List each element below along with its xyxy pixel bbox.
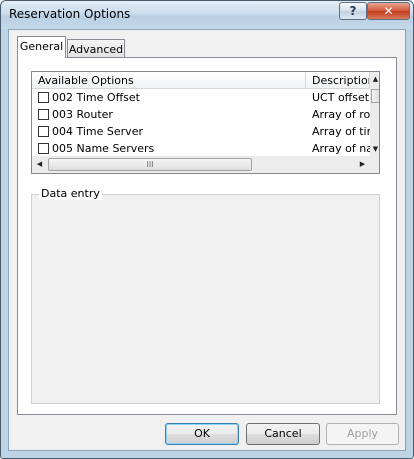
option-checkbox[interactable] bbox=[38, 126, 49, 137]
help-button[interactable]: ? bbox=[339, 2, 367, 20]
cancel-button[interactable]: Cancel bbox=[246, 423, 320, 445]
vertical-scrollbar[interactable]: ▲ ▼ bbox=[370, 72, 379, 156]
tab-general[interactable]: General bbox=[17, 36, 66, 58]
option-description: UCT offset i bbox=[312, 91, 370, 104]
question-mark-icon: ? bbox=[349, 4, 357, 18]
option-name: 002 Time Offset bbox=[52, 91, 140, 104]
option-name: 003 Router bbox=[52, 108, 113, 121]
ok-button[interactable]: OK bbox=[165, 423, 239, 445]
scrollbar-corner bbox=[370, 156, 379, 173]
option-checkbox[interactable] bbox=[38, 109, 49, 120]
list-item[interactable]: 003 Router Array of rout bbox=[32, 106, 370, 123]
available-options-list[interactable]: Available Options Description 002 Time O… bbox=[31, 71, 380, 174]
title-bar[interactable]: Reservation Options ? ✕ bbox=[1, 1, 413, 29]
close-button[interactable]: ✕ bbox=[367, 2, 410, 20]
scroll-right-arrow-icon[interactable]: ▶ bbox=[355, 156, 370, 173]
option-checkbox[interactable] bbox=[38, 92, 49, 103]
window-title: Reservation Options bbox=[9, 7, 131, 21]
reservation-options-dialog: Reservation Options ? ✕ General Advanced… bbox=[0, 0, 414, 459]
option-checkbox[interactable] bbox=[38, 143, 49, 154]
tab-advanced[interactable]: Advanced bbox=[67, 39, 125, 59]
horizontal-scrollbar[interactable]: ◀ III ▶ bbox=[32, 156, 370, 173]
list-item[interactable]: 002 Time Offset UCT offset i bbox=[32, 89, 370, 106]
dialog-client-area: General Advanced Available Options Descr… bbox=[8, 29, 406, 451]
option-name: 004 Time Server bbox=[52, 125, 143, 138]
apply-button[interactable]: Apply bbox=[326, 423, 399, 445]
scroll-left-arrow-icon[interactable]: ◀ bbox=[32, 156, 47, 173]
option-description: Array of nam bbox=[312, 142, 370, 155]
tab-panel-general: Available Options Description 002 Time O… bbox=[17, 57, 397, 415]
scroll-down-arrow-icon[interactable]: ▼ bbox=[370, 142, 379, 156]
option-description: Array of time bbox=[312, 125, 370, 138]
option-name: 005 Name Servers bbox=[52, 142, 155, 155]
list-item[interactable]: 005 Name Servers Array of nam bbox=[32, 140, 370, 157]
column-header-available-options[interactable]: Available Options bbox=[32, 72, 306, 89]
data-entry-legend: Data entry bbox=[39, 187, 102, 200]
list-item[interactable]: 004 Time Server Array of time bbox=[32, 123, 370, 140]
vertical-scroll-thumb[interactable] bbox=[371, 89, 379, 103]
option-description: Array of rout bbox=[312, 108, 370, 121]
data-entry-group: Data entry bbox=[31, 187, 380, 404]
horizontal-scroll-thumb[interactable]: III bbox=[48, 158, 252, 171]
column-header-description[interactable]: Description bbox=[306, 72, 370, 89]
scroll-up-arrow-icon[interactable]: ▲ bbox=[370, 72, 379, 86]
close-icon: ✕ bbox=[383, 4, 394, 18]
